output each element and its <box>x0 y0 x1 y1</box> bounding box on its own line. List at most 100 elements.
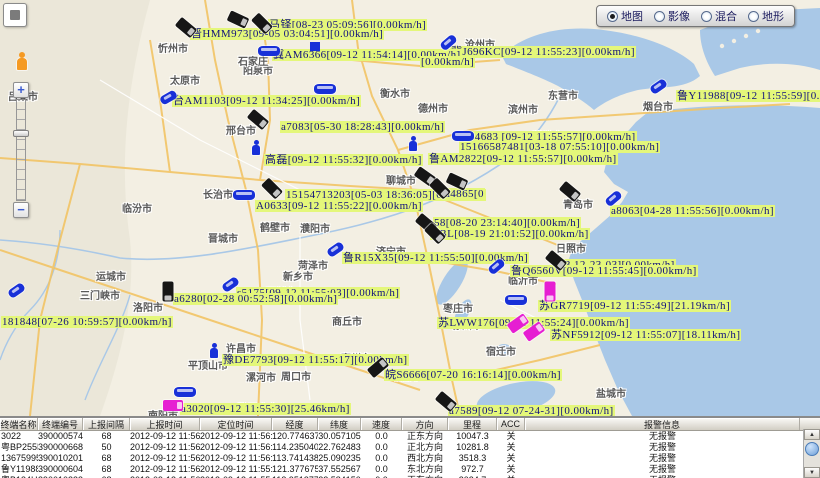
column-header[interactable]: ACC <box>497 418 525 430</box>
map-widget-button[interactable] <box>3 3 27 27</box>
vehicle-label[interactable]: 苏NF5912[09-12 11:55:07][18.11km/h] <box>550 329 741 341</box>
column-header[interactable]: 里程 <box>448 418 497 430</box>
vehicle-label[interactable]: 冀J696KC[09-12 11:55:23][0.00km/h] <box>450 46 636 58</box>
column-header[interactable]: 上报时间 <box>130 418 200 430</box>
radio-icon[interactable] <box>748 11 759 22</box>
vehicle-truck-icon[interactable] <box>163 282 174 302</box>
column-header[interactable]: 经度 <box>272 418 318 430</box>
vehicle-label[interactable]: 鲁AM2822[09-12 11:55:57][0.00km/h] <box>428 153 618 165</box>
vehicle-bus-icon[interactable] <box>233 190 255 200</box>
table-cell: 2012-09-12 11:56:09 <box>130 442 200 453</box>
table-cell: 0.0 <box>361 431 402 442</box>
map-type-option[interactable]: 影像 <box>654 8 690 24</box>
vehicle-label[interactable]: 鲁Y11988[09-12 11:55:59][0.00km/h] <box>676 90 820 102</box>
map-type-label: 混合 <box>715 8 737 24</box>
vehicle-truck-icon[interactable] <box>163 400 183 411</box>
vehicle-person-icon[interactable] <box>210 348 218 358</box>
map-widget-icon <box>10 10 20 20</box>
radio-icon[interactable] <box>607 11 618 22</box>
vehicle-label[interactable]: a7083[05-30 18:28:43][0.00km/h] <box>280 121 445 133</box>
vehicle-label[interactable]: 15166587481[03-18 07:55:10][0.00km/h] <box>459 141 660 153</box>
radio-icon[interactable] <box>654 11 665 22</box>
vehicle-label[interactable]: a4865[0 <box>444 188 485 200</box>
city-label: 青岛市 <box>563 196 593 211</box>
vehicle-bus-icon[interactable] <box>452 131 474 141</box>
vehicle-label[interactable]: a7589[09-12 07-24-31][0.00km/h] <box>448 405 615 416</box>
city-label: 德州市 <box>418 100 448 115</box>
city-label: 濮阳市 <box>300 220 330 235</box>
zoom-in-button[interactable]: + <box>13 82 29 98</box>
vehicle-person-icon[interactable] <box>252 145 260 155</box>
column-header[interactable]: 上报间隔 <box>83 418 130 430</box>
scroll-down-icon[interactable]: ▼ <box>804 467 820 478</box>
city-label: 忻州市 <box>158 40 188 55</box>
table-body: 30223900005741682012-09-12 11:56:092012-… <box>0 431 820 478</box>
zoom-out-button[interactable]: − <box>13 202 29 218</box>
table-cell: 正东方向 <box>402 431 448 442</box>
city-label: 运城市 <box>96 268 126 283</box>
zoom-slider[interactable] <box>16 99 26 201</box>
vehicle-label[interactable]: 鲁Q6560V[09-12 11:55:45][0.00km/h] <box>510 265 698 277</box>
vehicle-label[interactable]: 晋HMM973[09-05 03:04:51][0.00km/h] <box>190 28 384 40</box>
table-row[interactable]: 30223900005741682012-09-12 11:56:092012-… <box>0 431 820 442</box>
table-cell: 无报警 <box>525 431 800 442</box>
city-label: 衡水市 <box>380 85 410 100</box>
map-canvas[interactable]: 忻州市太原市阳泉市吕梁市石家庄衡水市沧州市德州市滨州市东营市烟台市潍坊市青岛市日… <box>0 0 820 416</box>
table-cell: 关 <box>497 453 525 464</box>
radio-icon[interactable] <box>701 11 712 22</box>
column-header[interactable]: 报警信息 <box>525 418 800 430</box>
column-header[interactable]: 纬度 <box>318 418 361 430</box>
table-scrollbar[interactable]: ▲ ▼ <box>803 429 820 478</box>
map-type-option[interactable]: 混合 <box>701 8 737 24</box>
city-label: 漯河市 <box>246 369 276 384</box>
vehicle-label[interactable]: a8063[04-28 11:55:56][0.00km/h] <box>610 205 775 217</box>
table-row[interactable]: 粤BP255F3900006685502012-09-12 11:56:0920… <box>0 442 820 453</box>
table-cell: 37.552567 <box>318 464 361 475</box>
pegman-icon[interactable] <box>17 58 27 70</box>
table-cell: 关 <box>497 442 525 453</box>
vehicle-bus-icon[interactable] <box>258 46 280 56</box>
city-label: 宿迁市 <box>486 343 516 358</box>
scrollbar-thumb[interactable] <box>805 442 819 456</box>
table-cell: 关 <box>497 431 525 442</box>
scroll-up-icon[interactable]: ▲ <box>804 429 820 440</box>
map-type-control: 地图影像 混合 地形 <box>596 5 795 27</box>
table-cell: 0.0 <box>361 464 402 475</box>
table-cell: 30.057105 <box>318 431 361 442</box>
vehicle-label[interactable]: [0.00km/h] <box>420 56 475 68</box>
map-type-label: 地形 <box>762 8 784 24</box>
vehicle-label[interactable]: a3020[09-12 11:55:30][25.46km/h] <box>180 403 351 415</box>
map-type-option[interactable]: 地形 <box>748 8 784 24</box>
city-label: 周口市 <box>281 368 311 383</box>
column-header[interactable]: 速度 <box>361 418 402 430</box>
vehicle-label[interactable]: 高磊[09-12 11:55:32][0.00km/h] <box>264 154 423 166</box>
table-row[interactable]: 136759957...3900102014682012-09-12 11:56… <box>0 453 820 464</box>
map-type-option[interactable]: 地图 <box>607 8 643 24</box>
table-cell: 121.377675 <box>272 464 318 475</box>
vehicle-label[interactable]: A0633[09-12 11:55:22][0.00km/h] <box>255 200 423 212</box>
city-label: 日照市 <box>556 240 586 255</box>
vehicle-truck-icon[interactable] <box>545 282 556 302</box>
city-label: 许昌市 <box>226 340 256 355</box>
zoom-slider-handle[interactable] <box>13 130 29 137</box>
vehicle-bus-icon[interactable] <box>174 387 196 397</box>
vehicle-arrow-icon[interactable] <box>310 42 320 51</box>
vehicle-label[interactable]: HBL[08-19 21:01:52][0.00km/h] <box>430 228 590 240</box>
vehicle-bus-icon[interactable] <box>314 84 336 94</box>
column-header[interactable]: 方向 <box>402 418 448 430</box>
table-cell: 68 <box>83 464 130 475</box>
city-label: 三门峡市 <box>80 287 120 302</box>
column-header[interactable]: 终端编号 <box>38 418 83 430</box>
vehicle-label[interactable]: 皖S6666[07-20 16:16:14][0.00km/h] <box>384 369 562 381</box>
table-row[interactable]: 鲁Y119883900006044682012-09-12 11:56:0620… <box>0 464 820 475</box>
column-header[interactable]: 终端名称 <box>0 418 38 430</box>
table-cell: 10047.3 <box>448 431 497 442</box>
vehicle-label[interactable]: 台AM1103[09-12 11:34:25][0.00km/h] <box>172 95 361 107</box>
vehicle-bus-icon[interactable] <box>505 295 527 305</box>
vehicle-label[interactable]: 181848[07-26 10:59:57][0.00km/h] <box>1 316 173 328</box>
table-cell: 2012-09-12 11:56:00 <box>200 453 272 464</box>
vehicle-label[interactable]: a6280[02-28 00:52:58][0.00km/h] <box>173 293 338 305</box>
vehicle-person-icon[interactable] <box>409 141 417 151</box>
vehicle-label[interactable]: 苏GR7719[09-12 11:55:49][21.19km/h] <box>538 300 731 312</box>
column-header[interactable]: 定位时间 <box>200 418 272 430</box>
